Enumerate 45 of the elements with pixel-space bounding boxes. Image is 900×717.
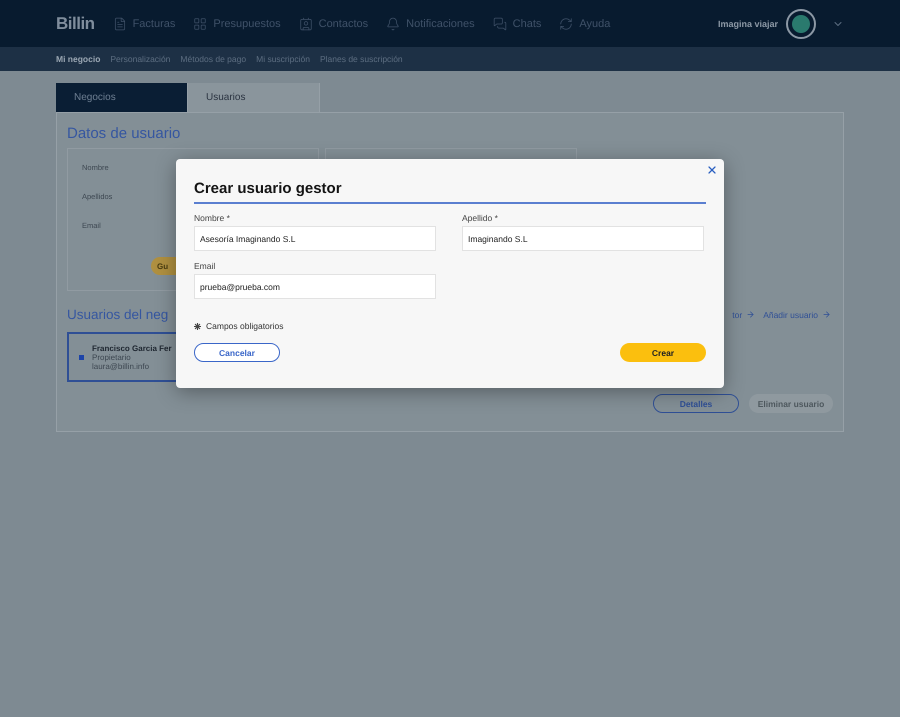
- nav-link[interactable]: Facturas: [112, 16, 176, 30]
- action-link[interactable]: tor: [732, 310, 756, 320]
- nav-link[interactable]: Ayuda: [559, 16, 610, 30]
- refresh-icon: [559, 16, 574, 30]
- subnav-link[interactable]: Planes de suscripción: [320, 54, 403, 64]
- required-fields-note: Campos obligatorios: [206, 321, 284, 331]
- user-role: Propietario: [92, 352, 131, 362]
- subnav-link[interactable]: Personalización: [110, 54, 170, 64]
- section-title: Usuarios del neg: [67, 307, 168, 322]
- subnav-link[interactable]: Mi negocio: [56, 54, 100, 64]
- tab[interactable]: Negocios: [56, 83, 188, 112]
- subnav-link[interactable]: Métodos de pago: [180, 54, 246, 64]
- user-name: Francisco Garcia Fer: [92, 344, 172, 352]
- create-button[interactable]: Crear: [620, 343, 706, 362]
- action-link[interactable]: Añadir usuario: [763, 310, 831, 320]
- nav-link[interactable]: Notificaciones: [386, 16, 475, 30]
- asterisk-icon: [194, 322, 201, 330]
- input-field[interactable]: Asesoría Imaginando S.L: [194, 226, 436, 251]
- input-field[interactable]: prueba@prueba.com: [194, 274, 436, 299]
- account-name: Imagina viajar: [718, 18, 778, 28]
- grid-icon: [193, 16, 208, 30]
- user-email: laura@billin.info: [92, 362, 150, 370]
- nav-link[interactable]: Presupuestos: [193, 16, 281, 30]
- document-icon: [112, 16, 127, 30]
- subnav-link[interactable]: Mi suscripción: [256, 54, 310, 64]
- save-button[interactable]: Gu: [151, 257, 177, 275]
- cancel-button[interactable]: Cancelar: [194, 343, 280, 362]
- details-button[interactable]: Detalles: [653, 394, 739, 413]
- field-label: Email: [194, 261, 216, 271]
- nav-link[interactable]: Chats: [492, 16, 542, 30]
- field-label: Nombre *: [194, 213, 231, 223]
- input-field[interactable]: Imaginando S.L: [462, 226, 704, 251]
- close-button[interactable]: [706, 164, 718, 176]
- arrow-right-icon: [746, 310, 756, 319]
- contact-card-icon: [298, 16, 313, 30]
- avatar[interactable]: [786, 8, 816, 38]
- field-label: Apellido *: [462, 213, 499, 223]
- chat-bubbles-icon: [492, 16, 507, 30]
- dialog-title: Crear usuario gestor: [194, 177, 706, 204]
- section-title: Datos de usuario: [67, 125, 182, 142]
- logo[interactable]: Billin: [56, 14, 95, 34]
- arrow-right-icon: [822, 310, 831, 319]
- tab[interactable]: Usuarios: [188, 83, 320, 112]
- bell-icon: [386, 16, 400, 30]
- nav-link[interactable]: Contactos: [298, 16, 368, 30]
